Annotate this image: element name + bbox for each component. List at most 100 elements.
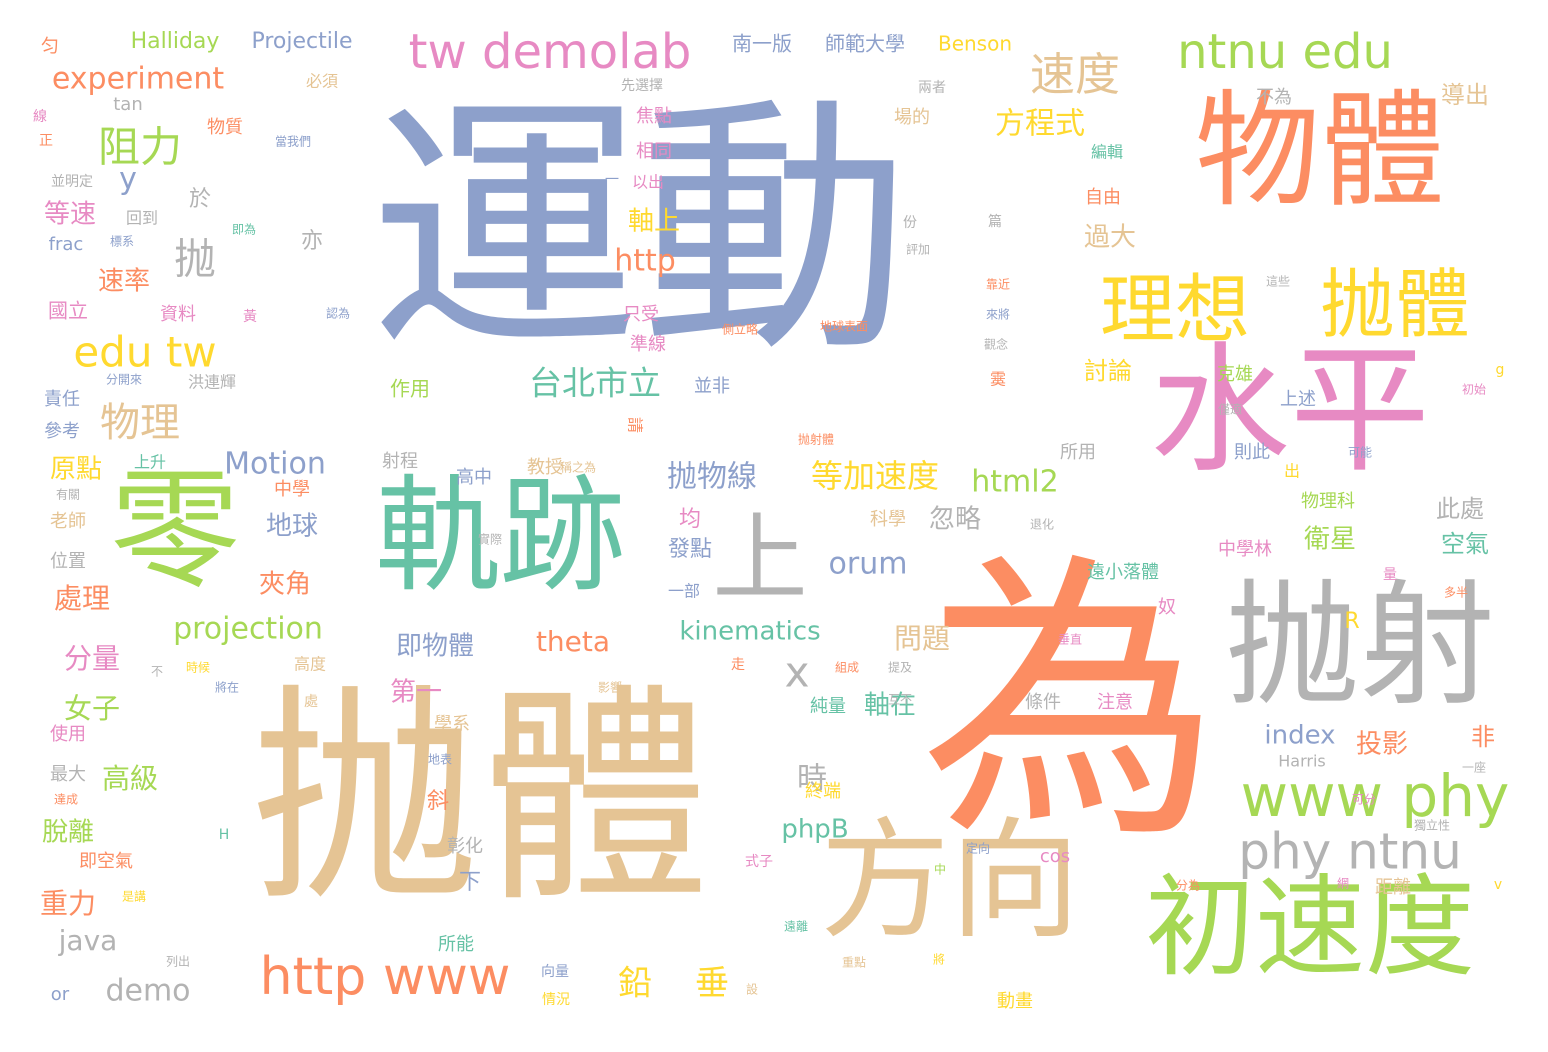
cloud-word: Projectile xyxy=(251,29,352,54)
cloud-word: 純量 xyxy=(810,696,846,717)
cloud-word: 女子 xyxy=(64,692,120,725)
word-cloud-canvas: 運動為抛體 物體 水平 軌跡零抛射上方向 初速度 理想 抛體 www phy phy ntnu n… xyxy=(0,0,1548,1052)
cloud-word: 亦 xyxy=(301,229,323,254)
cloud-word: 匀 xyxy=(41,36,59,57)
cloud-word: 即為 xyxy=(232,223,256,237)
cloud-word: 彰化 xyxy=(447,836,483,857)
cloud-word: 發點 xyxy=(668,537,712,562)
cloud-word: 軸上 xyxy=(628,207,680,237)
cloud-word: tan xyxy=(113,94,143,115)
cloud-word: 設 xyxy=(746,982,758,997)
cloud-word: 側立略 xyxy=(722,322,758,337)
cloud-word: 空氣 xyxy=(1441,530,1489,558)
cloud-word: 不 xyxy=(151,665,163,679)
cloud-word: Harris xyxy=(1278,752,1326,771)
cloud-word: 分為 xyxy=(1176,879,1200,893)
cloud-word: 原點 xyxy=(50,455,102,485)
cloud-word: 請 xyxy=(626,417,645,433)
cloud-word: 重力 xyxy=(40,887,96,920)
cloud-word: edu tw xyxy=(73,328,216,377)
cloud-word: 下 xyxy=(459,870,481,895)
cloud-word: 於 xyxy=(189,187,211,212)
cloud-word: 組成 xyxy=(835,661,859,675)
cloud-word: 學系 xyxy=(434,714,470,735)
cloud-word: 投影 xyxy=(1356,730,1408,760)
cloud-word: 垂 xyxy=(695,964,729,1004)
cloud-word: 焦點 xyxy=(636,106,672,127)
cloud-word: 討論 xyxy=(1084,357,1132,385)
cloud-word: 標系 xyxy=(110,235,134,249)
cloud-word: 有關 xyxy=(56,488,80,502)
cloud-word: 位置 xyxy=(50,551,86,572)
cloud-word: 並明定 xyxy=(51,174,93,190)
cloud-word: demo xyxy=(105,974,190,1009)
cloud-word: 可分 xyxy=(1352,793,1376,807)
cloud-word: 導出 xyxy=(1441,81,1489,109)
cloud-word: 理想 xyxy=(1100,266,1250,354)
cloud-word: 等加速度 xyxy=(811,457,939,495)
cloud-word: Halliday xyxy=(131,29,220,54)
cloud-word: Benson xyxy=(938,32,1012,56)
cloud-word: 黃 xyxy=(243,309,257,325)
cloud-word: 方程式 xyxy=(995,107,1085,142)
cloud-word: 場的 xyxy=(894,107,930,128)
cloud-word: experiment xyxy=(52,62,225,97)
cloud-word: R xyxy=(1344,609,1359,634)
cloud-word: 老師 xyxy=(50,511,86,532)
cloud-word: 科學 xyxy=(870,509,906,530)
cloud-word: 阻力 xyxy=(98,123,182,172)
cloud-word: orum xyxy=(829,547,908,582)
cloud-word: 一部 xyxy=(668,582,700,601)
cloud-word: 所用 xyxy=(1060,442,1096,463)
cloud-word: 零 xyxy=(110,455,240,607)
cloud-word: 距離 xyxy=(1375,877,1411,898)
cloud-word: 衛星 xyxy=(1304,525,1356,555)
cloud-word: 處 xyxy=(304,694,318,710)
cloud-word: 走 xyxy=(731,657,745,673)
cloud-word: 將在 xyxy=(215,680,239,695)
cloud-word: html2 xyxy=(971,465,1058,500)
cloud-word: 上升 xyxy=(134,453,166,472)
cloud-word: 上 xyxy=(712,504,807,614)
cloud-word: 自由 xyxy=(1085,187,1121,208)
cloud-word: 中 xyxy=(934,862,946,877)
cloud-word: 並非 xyxy=(694,376,730,397)
cloud-word: 將 xyxy=(933,952,945,967)
cloud-word: 問題 xyxy=(894,622,950,655)
cloud-word: 等速 xyxy=(44,200,96,230)
cloud-word: 中學 xyxy=(274,479,310,500)
cloud-word: 相同 xyxy=(636,141,672,162)
cloud-word: 中學林 xyxy=(1218,539,1272,560)
cloud-word: 所能 xyxy=(438,934,474,955)
cloud-word: 列出 xyxy=(166,955,190,969)
cloud-word: 動畫 xyxy=(997,991,1033,1012)
cloud-word: 地表 xyxy=(428,753,452,767)
cloud-word: 分量 xyxy=(64,642,120,675)
cloud-word: 高度 xyxy=(294,655,326,674)
cloud-word: java xyxy=(58,924,118,957)
cloud-word: or xyxy=(51,984,70,1005)
cloud-word: 高級 xyxy=(102,762,158,795)
cloud-word: 量 xyxy=(1383,567,1397,583)
cloud-word: 資料 xyxy=(160,304,196,325)
cloud-word: 必須 xyxy=(306,72,338,91)
cloud-word: 垂直 xyxy=(1058,633,1082,647)
cloud-word: 提及 xyxy=(888,660,912,675)
cloud-word: cos xyxy=(1040,846,1070,867)
cloud-word: 速度 xyxy=(1030,48,1120,101)
cloud-word: 脫離 xyxy=(42,818,94,848)
cloud-word: 此處 xyxy=(1436,495,1484,523)
cloud-word: 使用 xyxy=(50,724,86,745)
cloud-word: 觀念 xyxy=(984,337,1008,352)
cloud-word: http xyxy=(614,244,676,279)
cloud-word: kinematics xyxy=(679,617,820,647)
cloud-word: Motion xyxy=(224,447,326,482)
cloud-word: 奴 xyxy=(1158,597,1176,618)
cloud-word: 這些 xyxy=(1266,274,1290,289)
cloud-word: 條件 xyxy=(1025,692,1061,713)
cloud-word: theta xyxy=(536,625,610,658)
cloud-word: 線 xyxy=(33,109,47,125)
cloud-word: 不為 xyxy=(1256,87,1292,108)
cloud-word: 準線 xyxy=(630,334,666,355)
cloud-word: 正 xyxy=(39,133,53,149)
